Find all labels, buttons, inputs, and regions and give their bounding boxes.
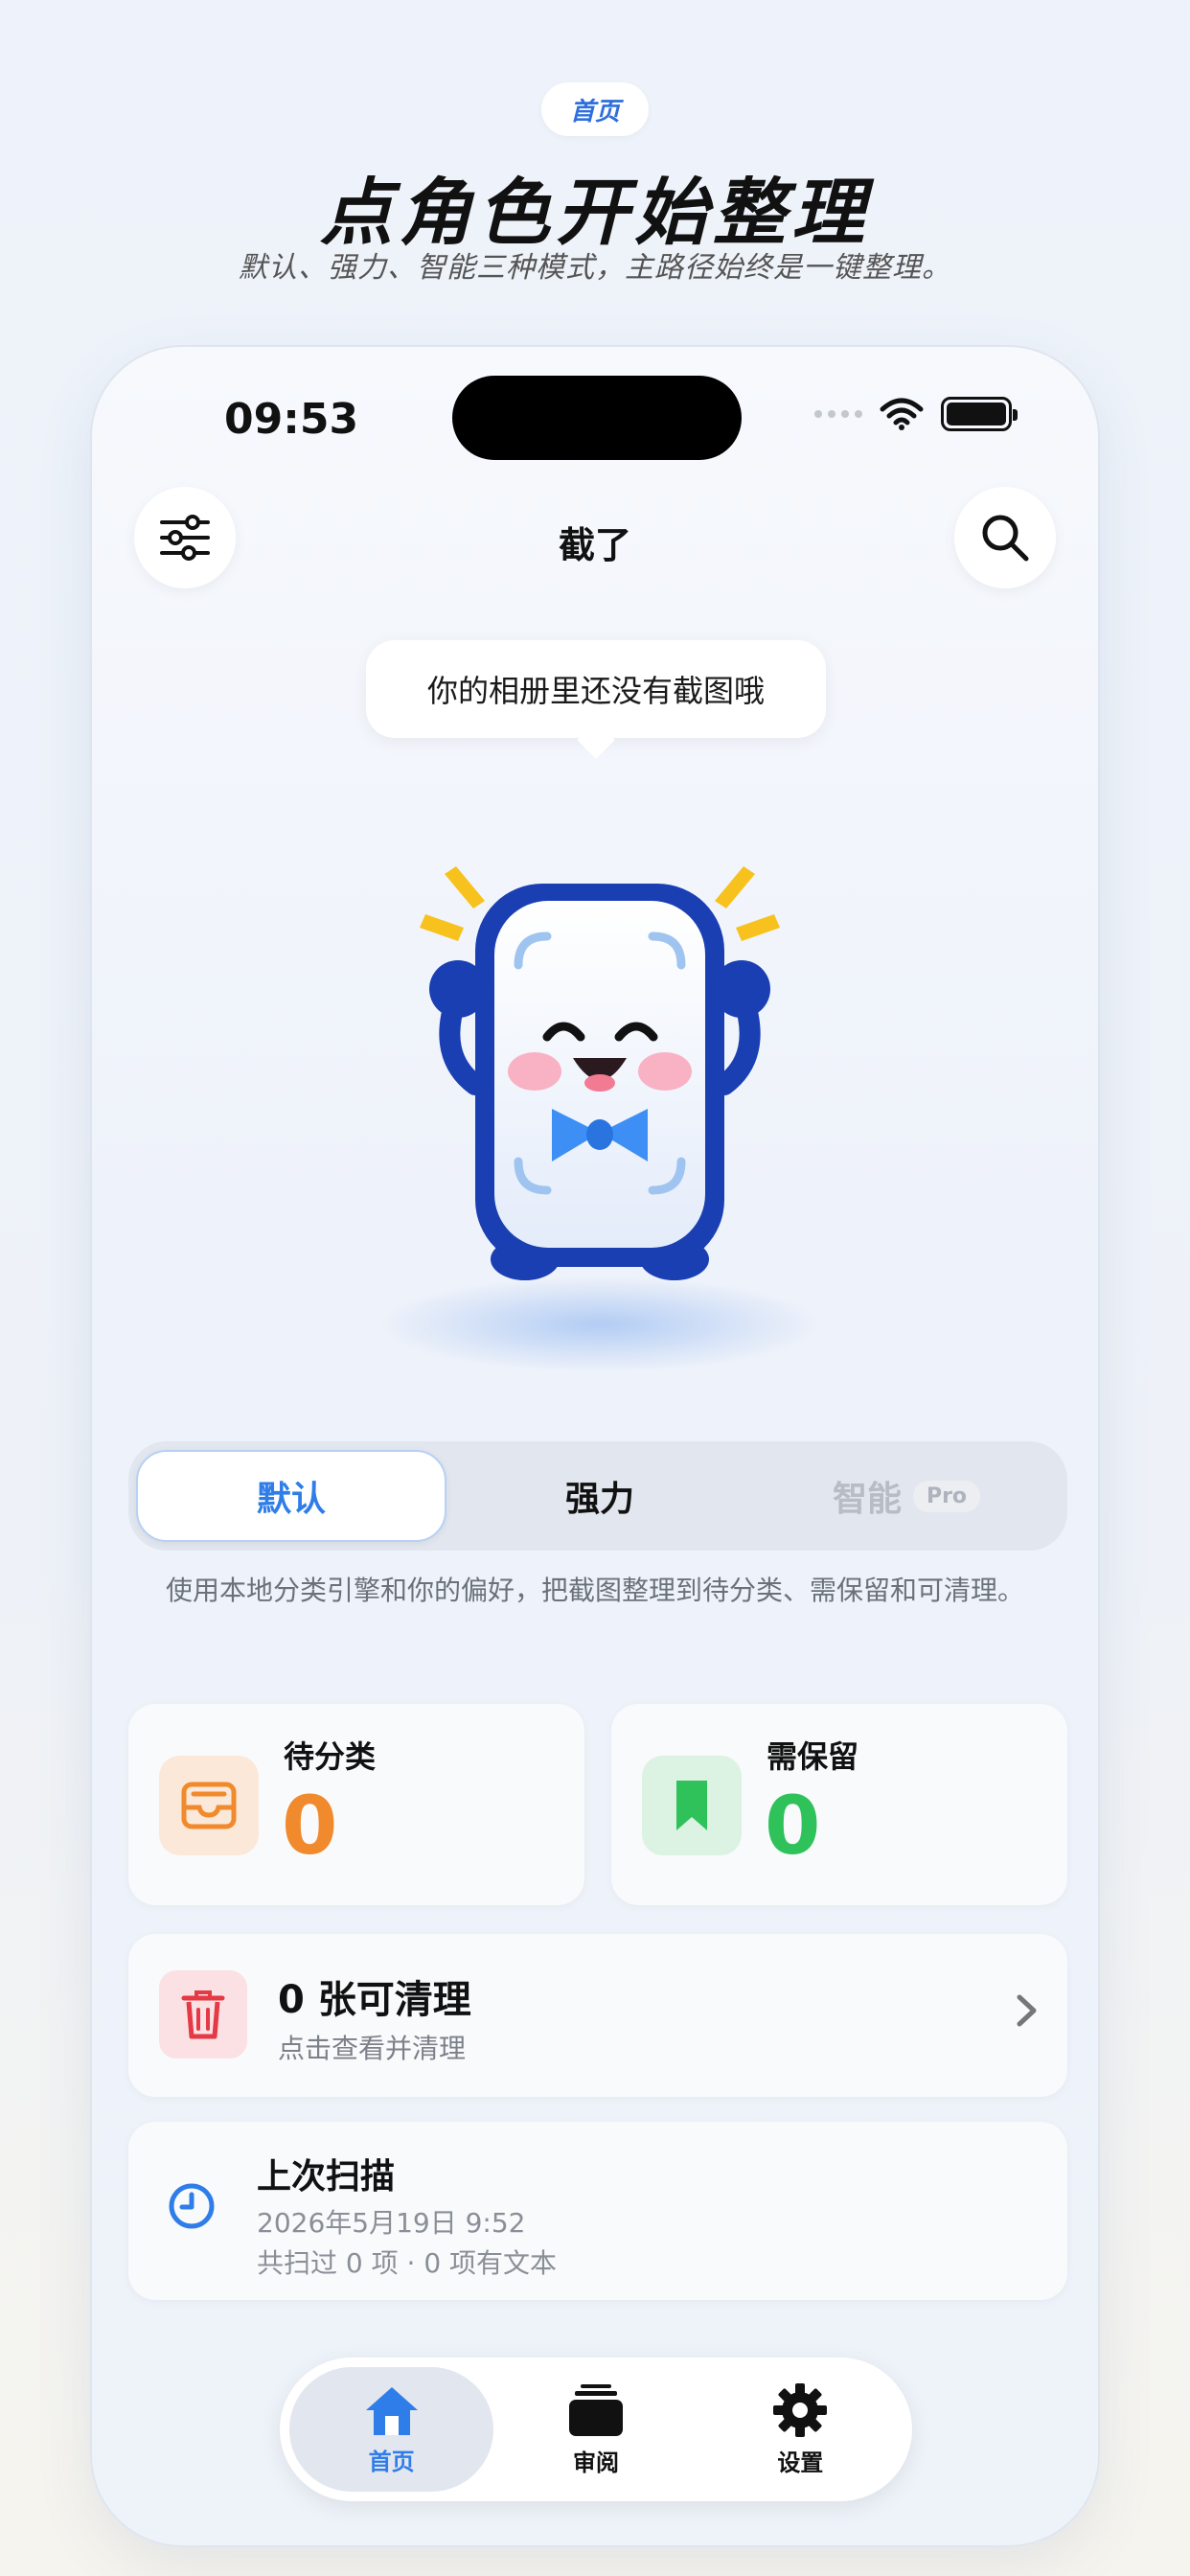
chevron-right-icon [1017,1994,1037,2027]
tab-review[interactable]: 审阅 [493,2367,698,2492]
keep-count: 0 [765,1779,821,1873]
speech-bubble: 你的相册里还没有截图哦 [366,640,826,738]
dynamic-island [452,376,742,460]
search-button[interactable] [954,487,1056,588]
stack-icon [568,2383,623,2436]
mode-smart-tab[interactable]: 智能 Pro [753,1450,1060,1542]
keep-label: 需保留 [767,1738,859,1775]
keep-card[interactable]: 需保留 0 [611,1704,1067,1905]
wifi-icon [880,398,924,430]
mode-description: 使用本地分类引擎和你的偏好，把截图整理到待分类、需保留和可清理。 [165,1575,1024,1606]
gear-icon [773,2382,828,2437]
cleanable-title: 0 张可清理 [278,1978,471,2022]
phone-frame: 09:53 截了 你的相册里还没有截图哦 默认 强力 智能 Pro 使用本地分类… [90,345,1100,2547]
mode-segmented-control: 默认 强力 智能 Pro [128,1441,1067,1551]
page-pill: 首页 [541,82,649,136]
mode-smart-label: 智能 [832,1480,902,1519]
cleanable-card[interactable]: 0 张可清理 点击查看并清理 [128,1934,1067,2097]
pending-count: 0 [282,1779,338,1873]
tab-home[interactable]: 首页 [289,2367,494,2492]
app-title: 截了 [558,524,631,566]
battery-icon [941,397,1018,431]
pro-badge: Pro [912,1480,981,1512]
search-icon [982,515,1029,562]
last-scan-card: 上次扫描 2026年5月19日 9:52 共扫过 0 项 · 0 项有文本 [128,2122,1067,2300]
bookmark-icon [642,1756,742,1855]
signal-icon [814,410,862,418]
mascot-character[interactable] [312,845,887,1382]
clock-icon [169,2183,215,2229]
trash-icon [159,1970,247,2058]
mode-default-label: 默认 [256,1480,326,1519]
last-scan-summary: 共扫过 0 项 · 0 项有文本 [257,2247,558,2279]
hero-subtitle: 默认、强力、智能三种模式，主路径始终是一键整理。 [239,251,951,285]
inbox-tray-icon [159,1756,259,1855]
tab-review-label: 审阅 [572,2449,619,2476]
mode-strong-label: 强力 [564,1480,634,1519]
tab-home-label: 首页 [368,2448,415,2475]
tab-bar: 首页 审阅 设置 [280,2358,912,2501]
pending-card[interactable]: 待分类 0 [128,1704,584,1905]
pending-label: 待分类 [284,1738,377,1775]
cleanable-subtitle: 点击查看并清理 [278,2033,467,2064]
status-time: 09:53 [224,395,359,444]
tab-settings[interactable]: 设置 [698,2367,903,2492]
last-scan-title: 上次扫描 [257,2157,396,2196]
tab-settings-label: 设置 [777,2449,824,2476]
status-icons [814,397,1018,431]
mode-strong-tab[interactable]: 强力 [446,1450,753,1542]
home-icon [365,2386,418,2435]
mode-default-tab[interactable]: 默认 [136,1450,446,1542]
last-scan-date: 2026年5月19日 9:52 [257,2207,526,2239]
